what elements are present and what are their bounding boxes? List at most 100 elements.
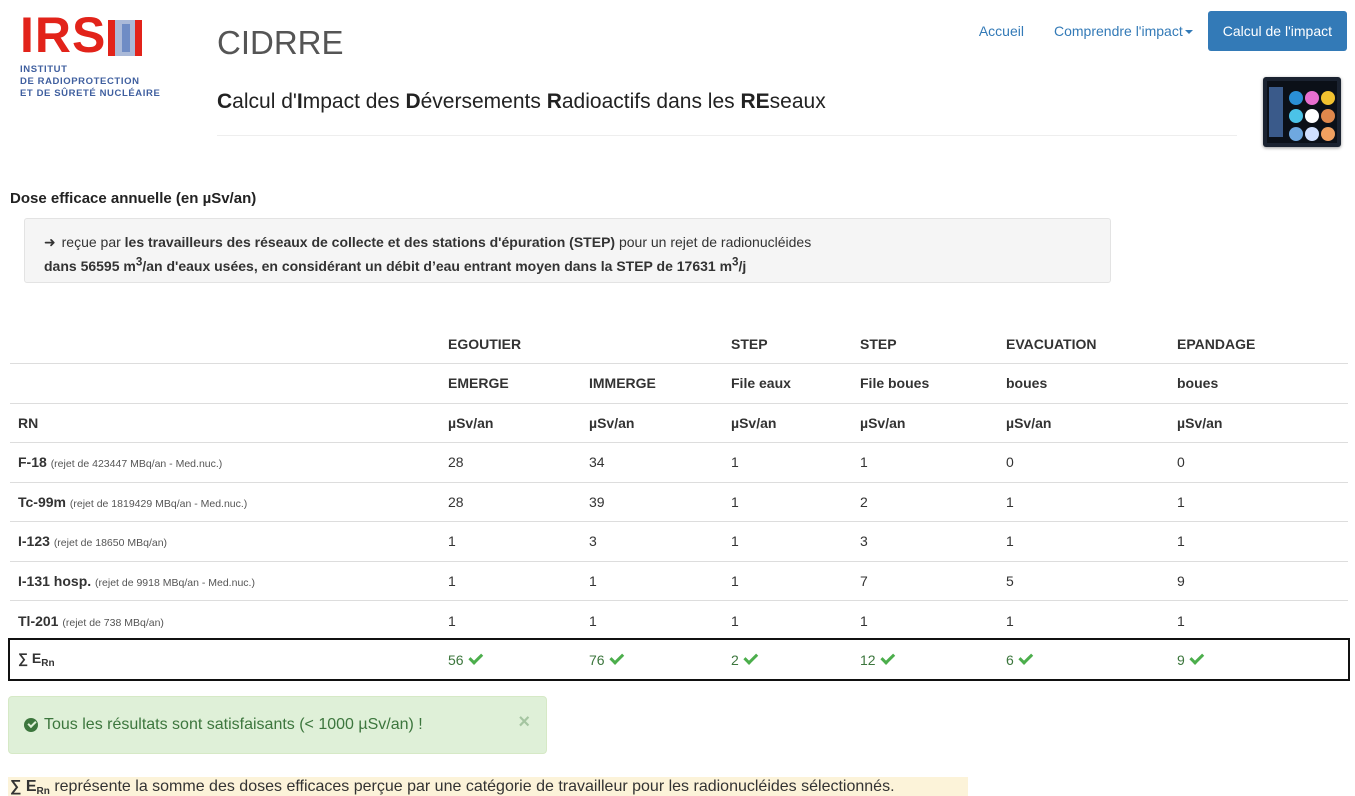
sum-cell: 6 <box>998 640 1169 680</box>
table-row: I-123 (rejet de 18650 MBq/an) 1 3 1 3 1 1 <box>10 521 1348 561</box>
well-line2-a: dans 56595 m <box>44 257 136 274</box>
thumbnail-dot <box>1321 109 1335 123</box>
sum-value: 56 <box>448 651 464 668</box>
irsn-logo-mark: IRS <box>20 10 170 60</box>
radionuclide-cell: F-18 (rejet de 423447 MBq/an - Med.nuc.) <box>10 442 440 482</box>
dose-cell: 1 <box>440 600 581 640</box>
app-title: CIDRRE <box>217 24 344 61</box>
thumbnail-dot <box>1305 109 1319 123</box>
sum-cell: 2 <box>723 640 852 680</box>
dose-cell: 1 <box>852 600 998 640</box>
thumbnail-dot <box>1321 91 1335 105</box>
dose-cell: 3 <box>581 521 723 561</box>
sum-value: 2 <box>731 651 739 668</box>
dose-cell: 1 <box>998 600 1169 640</box>
success-alert: Tous les résultats sont satisfaisants (<… <box>8 696 547 754</box>
radionuclide-name: I-131 hosp. <box>18 572 92 589</box>
column-header: boues <box>998 363 1169 403</box>
dose-cell: 3 <box>852 521 998 561</box>
release-note: (rejet de 423447 MBq/an - Med.nuc.) <box>50 458 223 471</box>
check-icon <box>1018 649 1034 665</box>
logo-line-3: ET DE SÛRETÉ NUCLÉAIRE <box>20 88 161 99</box>
results-table-head: EGOUTIER STEP STEP EVACUATION EPANDAGE EMERGE… <box>10 324 1348 443</box>
radionuclide-cell: Tl-201 (rejet de 738 MBq/an) <box>10 600 440 640</box>
dose-cell: 1 <box>998 481 1169 522</box>
close-icon[interactable]: × <box>518 711 530 734</box>
nav-calc-link[interactable]: Calcul de l'impact <box>1207 11 1347 51</box>
sum-value: 12 <box>860 651 876 668</box>
subtitle-initial: D <box>405 90 421 113</box>
release-note: (rejet de 18650 MBq/an) <box>53 537 168 550</box>
subtitle-initial: RE <box>740 90 770 113</box>
footnote: ∑ ERn représente la somme des doses effi… <box>8 777 968 796</box>
well-line2-b: /an d'eaux usées, en considérant un débi… <box>142 257 733 274</box>
dose-cell: 1 <box>440 560 581 601</box>
dose-cell: 0 <box>998 442 1169 482</box>
thumbnail-dot <box>1289 109 1303 123</box>
sum-row: ∑ ERn 56 76 2 12 6 9 <box>10 640 1348 680</box>
radionuclide-name: Tc-99m <box>18 493 66 510</box>
irsn-logo[interactable]: IRS INSTITUT DE RADIOPROTECTION ET DE SÛ… <box>20 10 170 100</box>
column-header: µSv/an <box>440 402 581 443</box>
column-header: STEP <box>860 335 897 352</box>
dose-cell: 0 <box>1169 442 1348 482</box>
column-header: STEP <box>731 335 768 352</box>
column-header: EGOUTIER <box>448 335 522 352</box>
well-line1-post: pour un rejet de radionucléides <box>615 234 812 250</box>
dose-cell: 1 <box>581 600 723 640</box>
header-row: EGOUTIER STEP STEP EVACUATION EPANDAGE <box>10 324 1348 364</box>
footnote-text: représente la somme des doses efficaces … <box>49 778 895 795</box>
sum-value: 76 <box>589 651 605 668</box>
nav-home-link[interactable]: Accueil <box>964 10 1039 52</box>
thumbnail-dot <box>1289 91 1303 105</box>
nav-understand-label: Comprendre l'impact <box>1053 23 1183 39</box>
radionuclide-cell: I-123 (rejet de 18650 MBq/an) <box>10 521 440 561</box>
thumbnail-dot <box>1305 127 1319 141</box>
logo-n-glyph <box>108 20 143 56</box>
header-divider <box>217 135 1237 136</box>
check-icon <box>1189 649 1205 665</box>
table-row: F-18 (rejet de 423447 MBq/an - Med.nuc.)… <box>10 442 1348 482</box>
section-title: Dose efficace annuelle (en µSv/an) <box>10 190 257 207</box>
app-thumbnail-image[interactable] <box>1263 77 1341 147</box>
column-header: EVACUATION <box>1006 335 1097 352</box>
column-header: µSv/an <box>581 402 723 443</box>
nav-understand-dropdown[interactable]: Comprendre l'impact <box>1039 10 1208 52</box>
release-note: (rejet de 9918 MBq/an - Med.nuc.) <box>95 576 255 589</box>
dose-cell: 39 <box>581 481 723 522</box>
sum-label: ∑ ERn <box>10 640 440 680</box>
sum-value: 9 <box>1177 651 1185 668</box>
caret-down-icon <box>1184 30 1193 35</box>
column-header <box>10 363 440 403</box>
dose-cell: 1 <box>440 521 581 561</box>
check-icon <box>608 649 624 665</box>
column-header: µSv/an <box>852 402 998 443</box>
sum-cell: 76 <box>581 640 723 680</box>
footnote-sigma: ∑ E <box>10 778 37 795</box>
sum-cell: 9 <box>1169 640 1348 680</box>
subtitle-segment: mpact des <box>302 90 406 113</box>
check-circle-icon <box>24 718 38 732</box>
dose-cell: 1 <box>723 481 852 522</box>
dose-cell: 1 <box>1169 600 1348 640</box>
column-header <box>581 324 723 364</box>
column-header: EPANDAGE <box>1177 335 1256 352</box>
thumbnail-screen <box>1267 81 1337 143</box>
radionuclide-cell: I-131 hosp. (rejet de 9918 MBq/an - Med.… <box>10 560 440 601</box>
subtitle-segment: éversements <box>420 90 547 113</box>
dose-cell: 1 <box>1169 521 1348 561</box>
column-header: µSv/an <box>723 402 852 443</box>
thumbnail-dot <box>1289 127 1303 141</box>
dose-cell: 1 <box>723 442 852 482</box>
results-table-body: F-18 (rejet de 423447 MBq/an - Med.nuc.)… <box>10 442 1348 680</box>
well-line1-pre: reçue par <box>57 234 125 250</box>
dose-cell: 7 <box>852 560 998 601</box>
check-icon <box>467 649 483 665</box>
table-row: Tc-99m (rejet de 1819429 MBq/an - Med.nu… <box>10 481 1348 522</box>
logo-text: INSTITUT DE RADIOPROTECTION ET DE SÛRETÉ… <box>20 64 170 100</box>
well-line-1: ➜ reçue par les travailleurs des réseaux… <box>44 233 1091 252</box>
dose-cell: 5 <box>998 560 1169 601</box>
radionuclide-name: F-18 <box>18 454 47 471</box>
dose-cell: 1 <box>723 600 852 640</box>
header-row: RN µSv/an µSv/an µSv/an µSv/an µSv/an µSv/an <box>10 402 1348 443</box>
